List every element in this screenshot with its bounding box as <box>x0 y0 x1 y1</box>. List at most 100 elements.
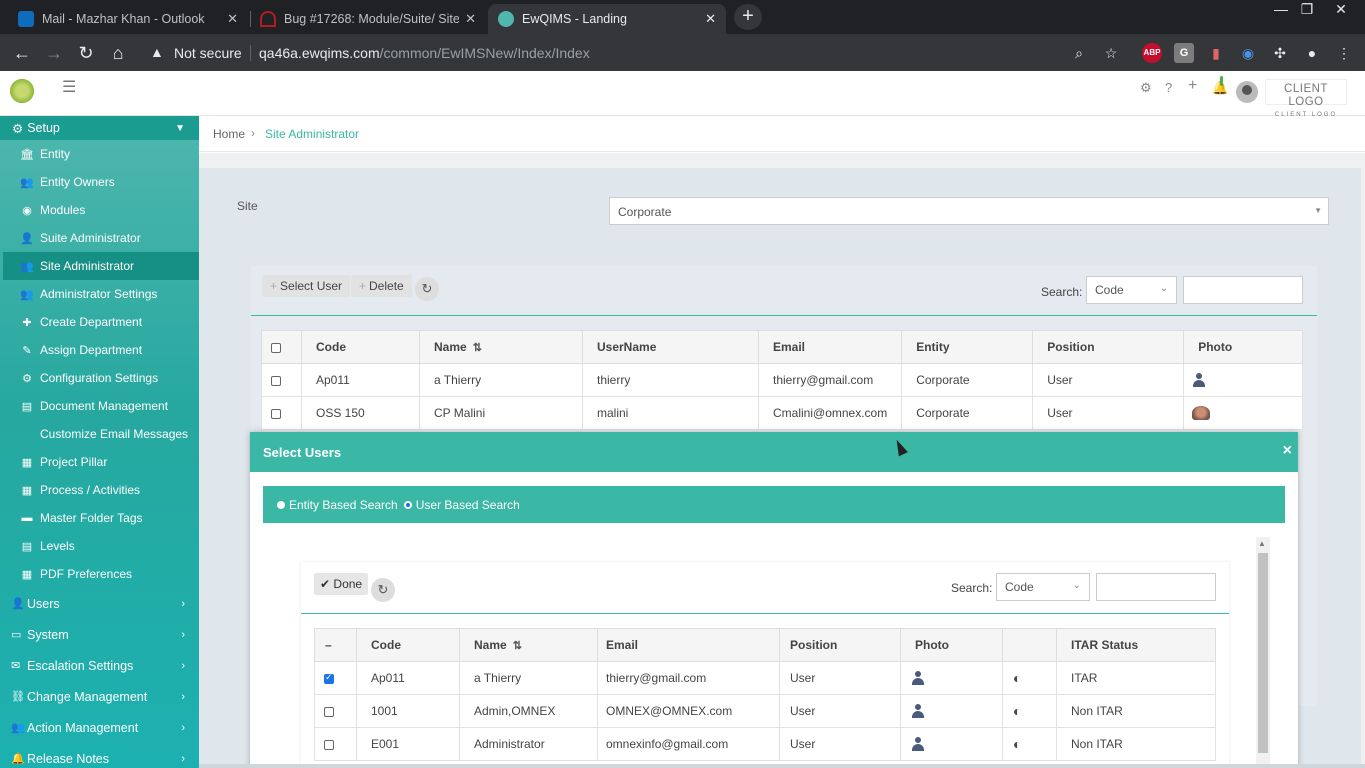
scroll-up-icon[interactable]: ▲ <box>1258 539 1266 548</box>
row-checkbox-cell[interactable] <box>261 396 302 430</box>
window-close-icon[interactable]: ✕ <box>1326 0 1356 18</box>
grammarly-icon[interactable]: G <box>1174 43 1194 63</box>
row-checkbox-cell[interactable] <box>314 694 357 728</box>
column-entity[interactable]: Entity <box>901 330 1034 364</box>
entity-based-radio[interactable] <box>277 500 285 509</box>
column-code[interactable]: Code <box>301 330 420 364</box>
sidebar-item-configuration-settings[interactable]: ⚙ Configuration Settings <box>0 364 199 392</box>
column-position[interactable]: Position <box>779 628 901 662</box>
tab-close-icon[interactable]: ✕ <box>705 11 716 27</box>
itar-flag-icon[interactable]: ◐ <box>1013 670 1021 686</box>
search-input[interactable] <box>1183 276 1303 304</box>
adblock-icon[interactable]: ABP <box>1142 43 1162 63</box>
row-checkbox[interactable] <box>324 672 334 684</box>
entity-based-label[interactable]: Entity Based Search <box>289 498 398 512</box>
user-based-label[interactable]: User Based Search <box>416 498 520 512</box>
row-checkbox-cell[interactable] <box>314 727 357 761</box>
browser-tab-outlook[interactable]: Mail - Mazhar Khan - Outlook ✕ <box>8 4 248 34</box>
forward-icon[interactable]: → <box>41 40 67 66</box>
sidebar-section-setup[interactable]: ⚙ Setup ▼ <box>0 116 199 140</box>
sidebar-item-customize-email-messages[interactable]: Customize Email Messages <box>0 420 199 448</box>
app-logo[interactable] <box>8 77 36 105</box>
column-itar-status[interactable]: ITAR Status <box>1056 628 1216 662</box>
sidebar-item-project-pillar[interactable]: ▦ Project Pillar <box>0 448 199 476</box>
menu-icon[interactable]: ⋮ <box>1334 43 1354 63</box>
sidebar-menu-change-management[interactable]: ⛓ Change Management › <box>0 681 199 712</box>
tab-close-icon[interactable]: ✕ <box>227 11 238 27</box>
tab-close-icon[interactable]: ✕ <box>465 11 476 27</box>
sidebar-item-pdf-preferences[interactable]: ▦ PDF Preferences <box>0 560 199 588</box>
row-checkbox[interactable] <box>271 375 281 386</box>
sidebar-item-levels[interactable]: ▤ Levels <box>0 532 199 560</box>
scrollbar-thumb[interactable] <box>1258 553 1268 753</box>
breadcrumb-home[interactable]: Home <box>213 127 245 141</box>
sidebar-item-process-activities[interactable]: ▦ Process / Activities <box>0 476 199 504</box>
sidebar-menu-system[interactable]: ▭ System › <box>0 619 199 650</box>
sidebar-item-modules[interactable]: ◉ Modules <box>0 196 199 224</box>
column-name[interactable]: Name ⇅ <box>459 628 598 662</box>
delete-button[interactable]: + Delete <box>351 275 412 297</box>
close-icon[interactable]: × <box>1283 442 1292 460</box>
select-all-checkbox-cell[interactable] <box>261 330 302 364</box>
pdf-extension-icon[interactable]: ▮ <box>1206 43 1226 63</box>
reload-icon[interactable]: ↻ <box>73 40 99 66</box>
new-tab-button[interactable]: + <box>734 4 762 30</box>
modal-scrollbar[interactable]: ▲ <box>1256 537 1270 767</box>
star-icon[interactable]: ☆ <box>1101 43 1121 63</box>
plus-icon[interactable]: + <box>1188 77 1197 95</box>
security-label[interactable]: Not secure <box>174 45 242 61</box>
refresh-icon[interactable]: ↻ <box>415 277 439 301</box>
column-position[interactable]: Position <box>1032 330 1185 364</box>
row-checkbox[interactable] <box>271 408 281 419</box>
site-select[interactable]: Corporate ▼ <box>609 197 1329 225</box>
row-checkbox[interactable] <box>324 739 334 750</box>
sidebar-item-administrator-settings[interactable]: 👥 Administrator Settings <box>0 280 199 308</box>
sidebar-item-site-administrator[interactable]: 👥 Site Administrator <box>3 252 199 280</box>
table-row[interactable]: OSS 150 CP Malini malini Cmalini@omnex.com C… <box>261 396 1303 430</box>
profile-icon[interactable]: ● <box>1302 43 1322 63</box>
help-icon[interactable]: ? <box>1165 80 1172 95</box>
sort-icon[interactable]: ⇅ <box>513 640 522 652</box>
search-field-select[interactable]: Code ⌄ <box>1086 276 1177 304</box>
avatar[interactable] <box>1236 81 1258 103</box>
home-icon[interactable]: ⌂ <box>105 40 131 66</box>
sidebar-item-assign-department[interactable]: ✎ Assign Department <box>0 336 199 364</box>
select-all-checkbox[interactable] <box>271 342 281 353</box>
puzzle-icon[interactable]: ✣ <box>1270 43 1290 63</box>
column-select[interactable]: – <box>314 628 357 662</box>
done-button[interactable]: ✔ Done <box>314 573 369 595</box>
itar-flag-icon[interactable]: ◐ <box>1013 736 1021 752</box>
sidebar-menu-escalation-settings[interactable]: ✉ Escalation Settings › <box>0 650 199 681</box>
row-checkbox-cell[interactable] <box>261 363 302 397</box>
restore-icon[interactable]: ❐ <box>1292 0 1322 18</box>
column-email[interactable]: Email <box>757 330 903 364</box>
row-checkbox-cell[interactable] <box>314 661 357 695</box>
column-email[interactable]: Email <box>597 628 780 662</box>
itar-flag-icon[interactable]: ◐ <box>1013 703 1021 719</box>
sidebar-item-document-management[interactable]: ▤ Document Management <box>0 392 199 420</box>
hamburger-icon[interactable]: ☰ <box>62 77 76 97</box>
table-row[interactable]: E001 Administrator omnexinfo@gmail.com User… <box>314 727 1216 761</box>
sidebar-item-suite-administrator[interactable]: 👤 Suite Administrator <box>0 224 199 252</box>
browser-tab-bug[interactable]: Bug #17268: Module/Suite/ Site ✕ <box>250 4 486 34</box>
gear-icon[interactable]: ⚙ <box>1140 80 1152 96</box>
column-name[interactable]: Name ⇅ <box>419 330 583 364</box>
sort-icon[interactable]: ⇅ <box>473 342 482 354</box>
sidebar-item-entity[interactable]: 🏛 Entity <box>0 140 199 168</box>
extension-icon[interactable]: ◉ <box>1238 43 1258 63</box>
sidebar-menu-action-management[interactable]: 👥 Action Management › <box>0 712 199 743</box>
search-input[interactable] <box>1096 573 1216 601</box>
column-username[interactable]: UserName <box>582 330 759 364</box>
sidebar-item-entity-owners[interactable]: 👥 Entity Owners <box>0 168 199 196</box>
search-field-select[interactable]: Code ⌄ <box>996 573 1090 601</box>
sidebar-menu-release-notes[interactable]: 🔔 Release Notes › <box>0 743 199 768</box>
address-bar[interactable]: ▲ Not secure qa46a.ewqims.com/common/EwI… <box>140 38 1100 67</box>
refresh-icon[interactable]: ↻ <box>371 578 395 602</box>
user-based-radio[interactable] <box>403 500 412 509</box>
url-text[interactable]: qa46a.ewqims.com/common/EwIMSNew/Index/I… <box>259 45 590 61</box>
sidebar-menu-users[interactable]: 👤 Users › <box>0 588 199 619</box>
back-icon[interactable]: ← <box>9 40 35 66</box>
browser-tab-ewqims[interactable]: EwQIMS - Landing ✕ <box>488 4 726 34</box>
table-row[interactable]: Ap011a Thierrythierry@gmail.comUser ◐ ITAR <box>314 661 1216 695</box>
sidebar-item-master-folder-tags[interactable]: ▬ Master Folder Tags <box>0 504 199 532</box>
